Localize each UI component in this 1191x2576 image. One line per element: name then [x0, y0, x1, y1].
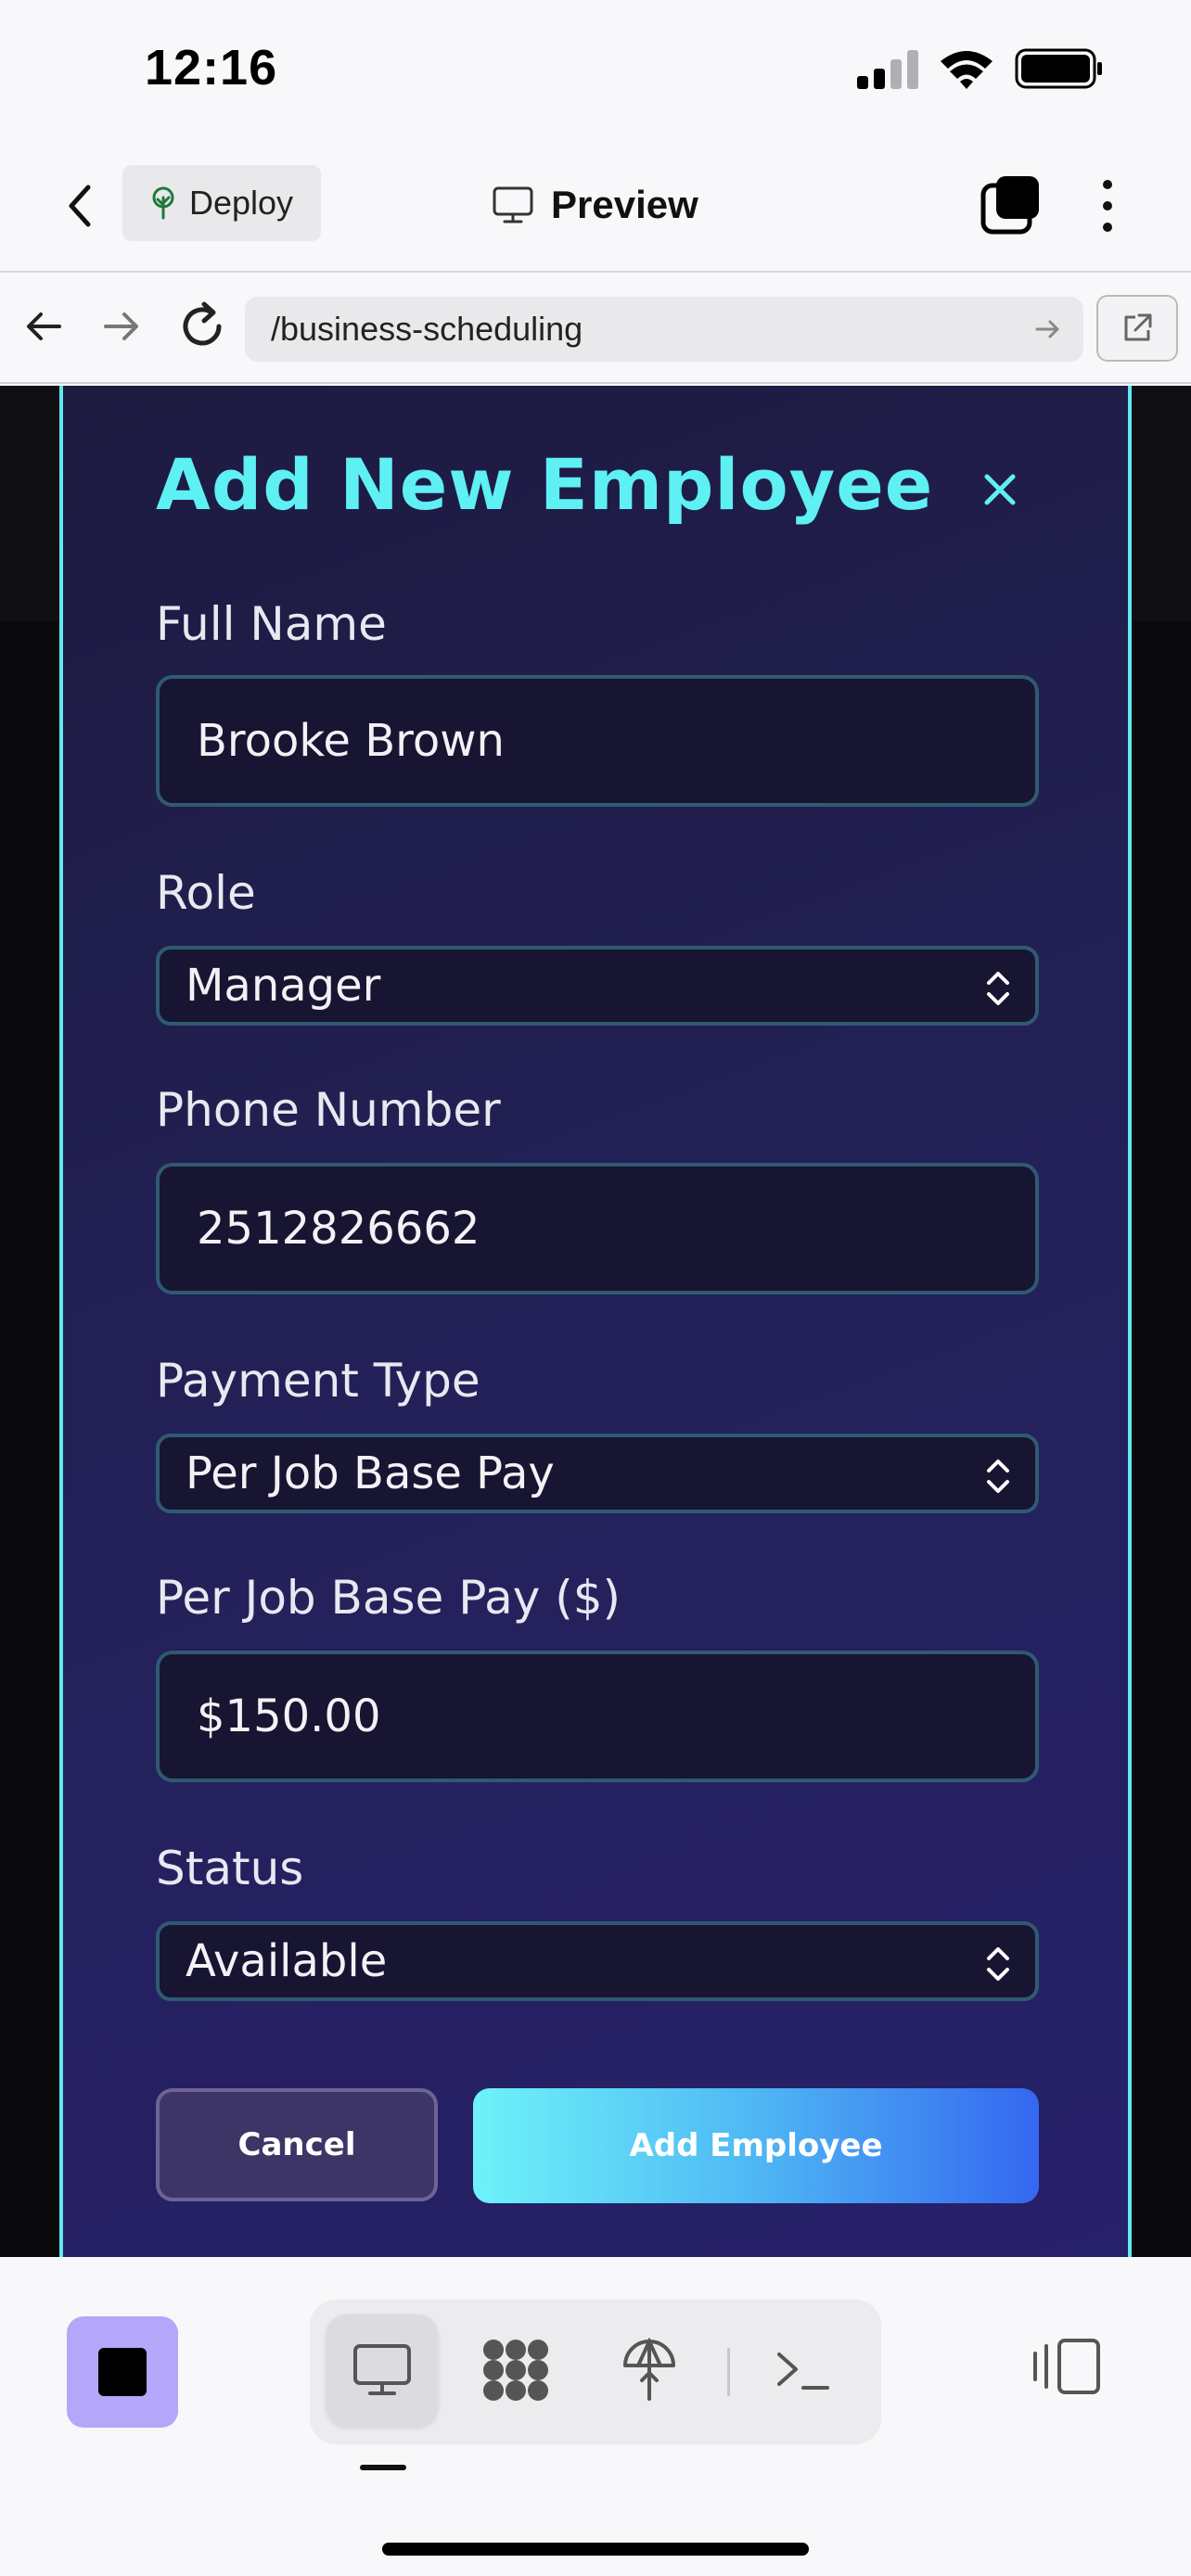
select-arrows-icon: [987, 1947, 1009, 1981]
full-name-value: Brooke Brown: [197, 715, 505, 767]
back-button[interactable]: [54, 172, 106, 239]
close-icon: [984, 474, 1016, 505]
base-pay-label: Per Job Base Pay ($): [156, 1571, 621, 1625]
payment-type-label: Payment Type: [156, 1354, 480, 1408]
preview-label: Preview: [551, 183, 698, 226]
preview-tool-button[interactable]: [327, 2315, 438, 2426]
open-external-button[interactable]: [1096, 295, 1178, 362]
url-bar: /business-scheduling: [0, 274, 1191, 384]
back-chevron-icon: [69, 185, 91, 227]
home-indicator: [382, 2543, 809, 2556]
base-pay-value: $150.00: [197, 1690, 381, 1742]
role-label: Role: [156, 866, 256, 920]
full-name-input[interactable]: Brooke Brown: [156, 675, 1039, 807]
deploy-tool-button[interactable]: [594, 2315, 705, 2426]
layout-toggle-icon[interactable]: [1031, 2337, 1102, 2396]
add-employee-label: Add Employee: [629, 2127, 883, 2164]
terminal-tool-button[interactable]: [748, 2315, 859, 2426]
payment-type-value: Per Job Base Pay: [186, 1447, 555, 1499]
tree-icon: [152, 186, 174, 220]
deploy-label: Deploy: [189, 184, 294, 222]
arrow-right-icon[interactable]: [96, 302, 145, 351]
battery-icon: [1015, 48, 1102, 89]
phone-value: 2512826662: [197, 1203, 480, 1255]
role-value: Manager: [186, 960, 381, 1012]
phone-input[interactable]: 2512826662: [156, 1163, 1039, 1294]
close-button[interactable]: [970, 460, 1030, 519]
cancel-label: Cancel: [237, 2126, 356, 2163]
select-arrows-icon: [987, 972, 1009, 1005]
payment-type-select[interactable]: Per Job Base Pay: [156, 1434, 1039, 1513]
full-name-label: Full Name: [156, 597, 387, 651]
role-select[interactable]: Manager: [156, 946, 1039, 1026]
monitor-icon: [493, 186, 533, 223]
phone-label: Phone Number: [156, 1083, 501, 1137]
terminal-icon: [777, 2353, 829, 2390]
url-text: /business-scheduling: [271, 310, 583, 348]
toolbar-divider: [727, 2348, 730, 2396]
deploy-umbrella-icon: [623, 2338, 675, 2401]
external-link-icon: [1124, 313, 1152, 341]
deploy-button[interactable]: Deploy: [122, 165, 321, 241]
tabs-icon[interactable]: [980, 174, 1041, 236]
add-employee-button[interactable]: Add Employee: [473, 2088, 1039, 2203]
web-viewport: Add New Employee Full Name Brooke Brown …: [0, 386, 1191, 2257]
stop-icon: [98, 2348, 147, 2396]
tool-group: [310, 2300, 881, 2444]
status-time: 12:16: [145, 40, 278, 96]
add-employee-modal: Add New Employee Full Name Brooke Brown …: [59, 386, 1132, 2257]
app-bar: Deploy Preview: [0, 139, 1191, 273]
active-tab-indicator: [360, 2465, 406, 2470]
url-input[interactable]: /business-scheduling: [245, 297, 1083, 362]
grid-icon: [483, 2340, 548, 2401]
more-vertical-icon[interactable]: [1091, 172, 1124, 239]
modal-title: Add New Employee: [156, 443, 934, 526]
select-arrows-icon: [987, 1460, 1009, 1493]
preview-toggle[interactable]: Preview: [492, 172, 698, 237]
status-label: Status: [156, 1842, 304, 1895]
workspace-tool-button[interactable]: [460, 2315, 571, 2426]
stop-button[interactable]: [67, 2316, 178, 2428]
cancel-button[interactable]: Cancel: [156, 2088, 438, 2201]
base-pay-input[interactable]: $150.00: [156, 1651, 1039, 1782]
bottom-toolbar: [0, 2257, 1191, 2576]
status-select[interactable]: Available: [156, 1921, 1039, 2001]
go-arrow-icon[interactable]: [1031, 313, 1063, 345]
status-bar: 12:16: [0, 0, 1191, 139]
monitor-icon: [353, 2344, 411, 2395]
cellular-signal-icon: [857, 50, 918, 89]
reload-icon[interactable]: [176, 299, 228, 354]
arrow-left-icon[interactable]: [20, 302, 69, 351]
status-value: Available: [186, 1935, 388, 1987]
wifi-icon: [941, 51, 992, 89]
